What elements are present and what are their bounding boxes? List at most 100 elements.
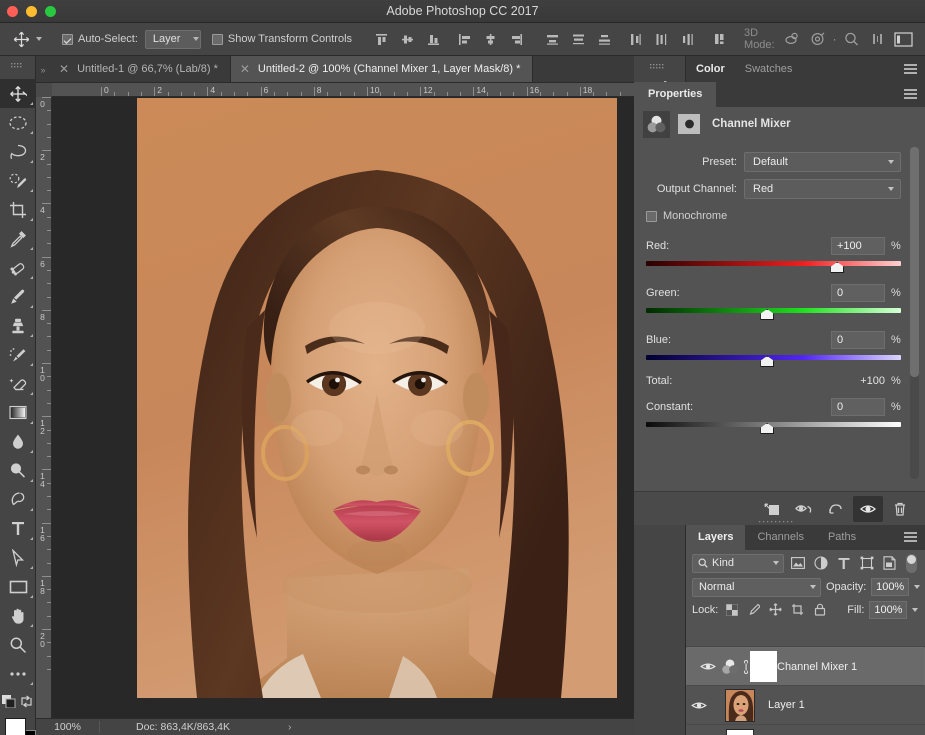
quick-selection-tool[interactable] [0,166,36,195]
toolbar-drag-handle[interactable] [10,62,26,70]
gradient-tool[interactable] [0,398,36,427]
layer-mask-thumbnail-icon[interactable] [678,114,700,134]
align-vertical-centers-icon[interactable] [396,28,418,50]
strip-drag-handle[interactable] [634,64,686,71]
layer-visibility-toggle[interactable] [695,661,721,672]
layer-filter-kind-dropdown[interactable]: Kind [692,554,784,573]
close-tab-icon[interactable]: ✕ [240,63,250,75]
green-channel-slider[interactable] [646,305,901,321]
close-tab-icon[interactable]: ✕ [59,63,69,75]
elliptical-marquee-tool[interactable] [0,108,36,137]
filter-enable-toggle[interactable] [906,554,917,573]
brush-tool[interactable] [0,282,36,311]
distribute-bottom-edges-icon[interactable] [593,28,615,50]
opacity-input[interactable]: 100% [871,578,909,596]
show-transform-checkbox-group[interactable]: Show Transform Controls [212,33,352,45]
tab-color[interactable]: Color [686,56,735,82]
distribute-vertical-centers-icon[interactable] [567,28,589,50]
align-buttons-group[interactable] [370,28,527,50]
layer-white-thumbnail[interactable] [726,729,754,735]
link-thumbnails-icon[interactable] [740,660,748,674]
align-bottom-edges-icon[interactable] [422,28,444,50]
clip-to-layer-icon[interactable] [757,496,787,522]
distribute-buttons-group[interactable] [541,28,698,50]
distribute-left-edges-icon[interactable] [624,28,646,50]
blue-channel-input[interactable]: 0 [831,331,885,349]
opacity-chevron-icon[interactable] [914,585,920,589]
layer-thumbnails[interactable] [721,651,777,682]
layer-visibility-toggle[interactable] [686,700,712,711]
distribute-right-edges-icon[interactable] [676,28,698,50]
history-brush-tool[interactable] [0,340,36,369]
layer-mask-thumbnail[interactable] [750,651,777,682]
document-viewport[interactable] [53,98,634,718]
align-top-edges-icon[interactable] [370,28,392,50]
path-selection-tool[interactable] [0,543,36,572]
constant-input[interactable]: 0 [831,398,885,416]
workspace-switcher-icon[interactable] [893,28,915,50]
3d-roll-icon[interactable] [807,28,829,50]
move-tool[interactable] [0,79,36,108]
filter-adjustment-layers-icon[interactable] [811,553,830,573]
properties-scrollbar-thumb[interactable] [910,147,919,377]
align-left-edges-icon[interactable] [453,28,475,50]
3d-zoom-icon[interactable] [841,28,863,50]
canvas-area[interactable]: 024681012141618 02468101214161820 [36,83,634,718]
green-channel-input[interactable]: 0 [831,284,885,302]
foreground-color-swatch[interactable] [5,718,26,735]
fill-chevron-icon[interactable] [912,608,918,612]
constant-slider[interactable] [646,419,901,435]
blue-channel-slider[interactable] [646,352,901,368]
color-swatches[interactable] [0,716,36,735]
edit-toolbar-tool[interactable] [0,659,36,688]
layer-name[interactable]: Layer 1 [768,699,925,711]
lock-transparent-pixels-icon[interactable] [723,601,740,619]
3d-slide-icon[interactable] [867,28,889,50]
preset-dropdown[interactable]: Default [744,152,901,172]
auto-select-checkbox-group[interactable]: Auto-Select: [62,33,138,45]
ruler-origin-corner[interactable] [36,83,52,97]
filter-pixel-layers-icon[interactable] [788,553,807,573]
toggle-layer-visibility-icon[interactable] [853,496,883,522]
3d-orbit-icon[interactable] [781,28,803,50]
properties-scrollbar-track[interactable] [910,147,919,479]
zoom-level[interactable]: 100% [36,721,100,733]
auto-align-layers-icon[interactable] [712,28,728,50]
layer-name[interactable]: Channel Mixer 1 [777,661,918,673]
crop-tool[interactable] [0,195,36,224]
3d-mode-buttons[interactable]: · [781,28,925,50]
lock-image-pixels-icon[interactable] [745,601,762,619]
table-row[interactable]: Layer 1 [686,686,925,725]
layer-photo-thumbnail[interactable] [725,689,755,722]
fill-input[interactable]: 100% [869,601,907,619]
tab-swatches[interactable]: Swatches [735,56,803,82]
panel-menu-icon[interactable] [904,89,917,101]
red-channel-slider[interactable] [646,258,901,274]
canvas-image[interactable] [137,98,617,698]
lock-artboard-nesting-icon[interactable] [789,601,806,619]
layer-thumbnails[interactable] [712,689,768,722]
auto-select-checkbox[interactable] [62,34,73,45]
default-colors-icon[interactable] [2,695,16,708]
red-channel-input[interactable]: +100 [831,237,885,255]
distribute-top-edges-icon[interactable] [541,28,563,50]
clone-stamp-tool[interactable] [0,311,36,340]
pen-tool[interactable] [0,485,36,514]
filter-shape-layers-icon[interactable] [857,553,876,573]
eyedropper-tool[interactable] [0,224,36,253]
align-right-edges-icon[interactable] [505,28,527,50]
hand-tool[interactable] [0,601,36,630]
rectangle-tool[interactable] [0,572,36,601]
distribute-horizontal-centers-icon[interactable] [650,28,672,50]
monochrome-checkbox[interactable] [646,211,657,222]
tab-properties[interactable]: Properties [634,82,716,107]
tab-layers[interactable]: Layers [686,525,745,550]
panel-menu-icon[interactable] [904,64,917,76]
table-row[interactable]: Channel Mixer 1 [686,647,925,686]
tab-paths[interactable]: Paths [816,525,868,550]
table-row[interactable]: Background [686,725,925,735]
toggle-layer-visibility-previous-icon[interactable] [789,496,819,522]
filter-smart-objects-icon[interactable] [880,553,899,573]
eraser-tool[interactable] [0,369,36,398]
monochrome-row[interactable]: Monochrome [634,205,925,227]
